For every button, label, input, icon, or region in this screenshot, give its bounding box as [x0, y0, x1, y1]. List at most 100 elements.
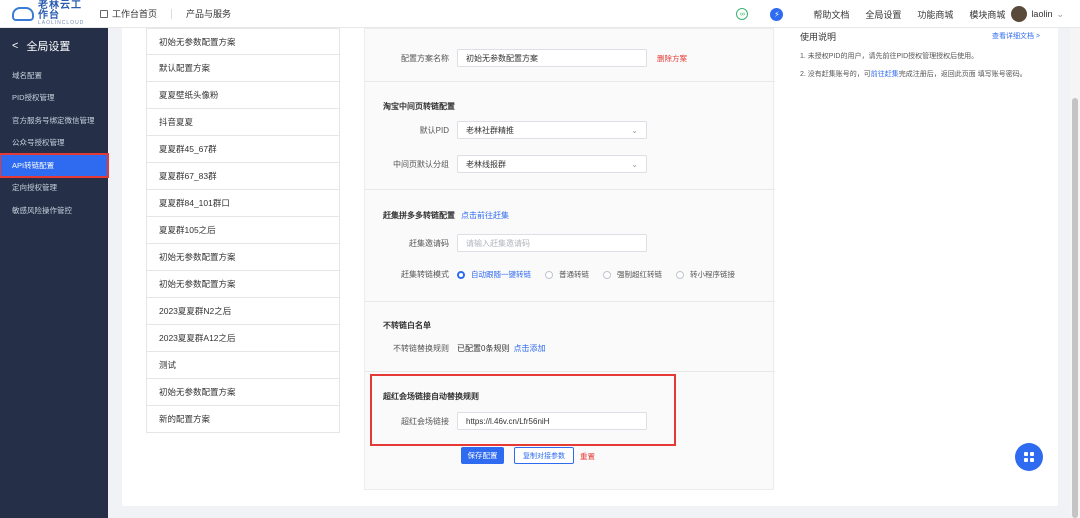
divider: [365, 301, 775, 302]
plan-name-label: 配置方案名称: [401, 53, 449, 63]
whitelist-count: 已配置0条规则: [457, 344, 510, 353]
list-item[interactable]: 夏夏群105之后: [146, 217, 340, 244]
list-item[interactable]: 初始无参数配置方案: [146, 244, 340, 271]
delete-plan-link[interactable]: 删除方案: [657, 53, 687, 64]
feature-store-link[interactable]: 功能商城: [917, 8, 953, 21]
username[interactable]: laolin: [1031, 9, 1052, 19]
help-title: 使用说明: [800, 31, 837, 42]
invite-input[interactable]: 请输入赶集邀请码: [457, 234, 647, 252]
list-item[interactable]: 夏夏壁纸头像粉: [146, 82, 340, 109]
logo-subtext: LAOLINCLOUD: [38, 20, 85, 26]
copy-params-button[interactable]: 复制对接参数: [514, 447, 574, 464]
chevron-down-icon: ⌄: [631, 125, 638, 135]
mode-label: 赶集转链模式: [401, 270, 449, 279]
help-register-link[interactable]: 前往赶集: [871, 71, 899, 78]
highlight-box: [370, 374, 676, 446]
invite-row: 赶集邀请码 请输入赶集邀请码: [365, 234, 647, 252]
chevron-down-icon: ⌄: [631, 159, 638, 169]
grid-icon: [1024, 452, 1034, 462]
help-line-1: 1. 未授权PID的用户，请先前往PID授权管理授权后使用。: [800, 53, 979, 60]
scrollbar[interactable]: [1070, 28, 1080, 518]
plan-name-input[interactable]: 初始无参数配置方案: [457, 49, 647, 67]
sidebar-title[interactable]: < 全局设置: [0, 28, 108, 64]
chevron-down-icon[interactable]: ⌄: [1056, 9, 1064, 20]
module-store-link[interactable]: 模块商城: [969, 8, 1005, 21]
default-pid-select[interactable]: 老林社群精推 ⌄: [457, 121, 647, 139]
list-item[interactable]: 新的配置方案: [146, 406, 340, 433]
default-pid-value: 老林社群精推: [466, 125, 514, 135]
sidebar-item-pid[interactable]: PID授权管理: [0, 87, 108, 110]
home-link[interactable]: 工作台首页: [100, 7, 157, 20]
mode-row: 赶集转链模式 自动跟随一键转链 普通转链 强制超红转链 转小程序链接: [365, 269, 749, 280]
lightning-icon[interactable]: ⚡: [770, 7, 784, 21]
global-settings-link[interactable]: 全局设置: [865, 8, 901, 21]
reset-button[interactable]: 重置: [580, 451, 595, 462]
scrollbar-thumb[interactable]: [1072, 98, 1078, 518]
divider: [171, 8, 173, 19]
sidebar-item-official-account[interactable]: 公众号授权管理: [0, 132, 108, 155]
list-item[interactable]: 初始无参数配置方案: [146, 379, 340, 406]
mode-radio-super-red[interactable]: 强制超红转链: [603, 269, 662, 280]
radio-icon: [603, 270, 611, 279]
whitelist-row: 不转链替换规则 已配置0条规则 点击添加: [365, 343, 545, 354]
mode-radio-miniprogram[interactable]: 转小程序链接: [676, 269, 735, 280]
help-line-2-pre: 2. 没有赶集账号的，可: [800, 70, 871, 78]
list-item[interactable]: 抖音夏夏: [146, 109, 340, 136]
sidebar-item-domain[interactable]: 域名配置: [0, 64, 108, 87]
home-label: 工作台首页: [112, 9, 158, 19]
default-pid-row: 默认PID 老林社群精推 ⌄: [365, 121, 647, 139]
sidebar-item-wechat-service[interactable]: 官方服务号绑定微信管理: [0, 109, 108, 132]
sidebar-item-targeted-auth[interactable]: 定向授权管理: [0, 177, 108, 200]
mode-radio-normal[interactable]: 普通转链: [545, 269, 589, 280]
taobao-section-title: 淘宝中间页转链配置: [383, 102, 455, 111]
list-item[interactable]: 初始无参数配置方案: [146, 28, 340, 55]
save-button[interactable]: 保存配置: [461, 447, 504, 464]
divider: [365, 371, 775, 372]
apps-fab-button[interactable]: [1015, 443, 1043, 471]
sidebar-item-api-link[interactable]: API转链配置: [0, 153, 109, 178]
help-line-2-post: 完成注册后，返回此页面 填写账号密码。: [898, 70, 1027, 78]
group-select[interactable]: 老林线报群 ⌄: [457, 155, 647, 173]
invite-label: 赶集邀请码: [409, 238, 449, 248]
help-docs-link[interactable]: 帮助文档: [813, 8, 849, 21]
sidebar-title-label: 全局设置: [26, 41, 71, 53]
whitelist-add-link[interactable]: 点击添加: [513, 343, 545, 354]
help-panel: 使用说明 查看详细文档 > 1. 未授权PID的用户，请先前往PID授权管理授权…: [800, 28, 1040, 80]
help-more-link[interactable]: 查看详细文档 >: [992, 31, 1040, 41]
list-item[interactable]: 2023夏夏群N2之后: [146, 298, 340, 325]
list-item[interactable]: 初始无参数配置方案: [146, 271, 340, 298]
radio-icon: [457, 270, 465, 279]
divider: [365, 189, 775, 190]
pdd-section-label: 赶集拼多多转链配置: [383, 211, 455, 220]
plan-name-row: 配置方案名称 初始无参数配置方案 删除方案: [365, 49, 687, 67]
list-item[interactable]: 夏夏群67_83群: [146, 163, 340, 190]
cloud-logo-icon: [12, 6, 34, 21]
chevron-left-icon[interactable]: <: [12, 40, 18, 52]
products-menu[interactable]: 产品与服务: [186, 7, 231, 20]
list-item[interactable]: 2023夏夏群A12之后: [146, 325, 340, 352]
plan-list: 初始无参数配置方案 默认配置方案 夏夏壁纸头像粉 抖音夏夏 夏夏群45_67群 …: [146, 28, 340, 433]
pdd-register-link[interactable]: 点击前往赶集: [461, 211, 509, 220]
default-pid-label: 默认PID: [419, 125, 449, 135]
radio-icon: [545, 270, 553, 279]
avatar[interactable]: [1011, 6, 1028, 22]
list-item[interactable]: 默认配置方案: [146, 55, 340, 82]
help-line-2: 2. 没有赶集账号的，可前往赶集完成注册后，返回此页面 填写账号密码。: [800, 70, 1040, 80]
pdd-section-title: 赶集拼多多转链配置 点击前往赶集: [383, 210, 509, 221]
sidebar: < 全局设置 域名配置 PID授权管理 官方服务号绑定微信管理 公众号授权管理 …: [0, 28, 109, 518]
mode-radio-auto[interactable]: 自动跟随一键转链: [457, 269, 531, 280]
list-item[interactable]: 测试: [146, 352, 340, 379]
group-value: 老林线报群: [466, 159, 506, 169]
divider: [365, 81, 775, 82]
whitelist-section-title: 不转链白名单: [383, 321, 431, 330]
list-item[interactable]: 夏夏群45_67群: [146, 136, 340, 163]
mode-radio-label: 普通转链: [559, 270, 589, 279]
link-icon[interactable]: ∞: [736, 8, 749, 20]
group-label: 中间页默认分组: [393, 159, 449, 169]
radio-icon: [676, 270, 684, 279]
logo[interactable]: 老林云工作台 LAOLINCLOUD: [12, 1, 92, 26]
sidebar-item-risk-control[interactable]: 敏感风险操作管控: [0, 199, 108, 222]
list-item[interactable]: 夏夏群84_101群口: [146, 190, 340, 217]
whitelist-label: 不转链替换规则: [393, 344, 449, 353]
mode-radio-label: 强制超红转链: [617, 270, 662, 279]
